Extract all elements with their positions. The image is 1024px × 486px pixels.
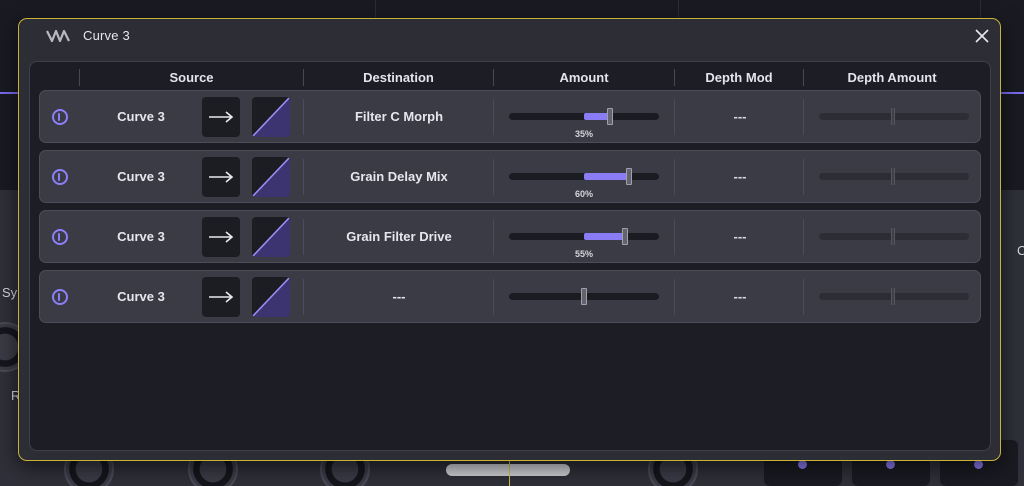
linear-curve-icon [252,97,290,137]
depth-amount-handle[interactable] [891,228,895,245]
direction-button[interactable] [202,97,240,137]
header-depth-amount: Depth Amount [847,70,937,85]
depth-amount-handle[interactable] [891,108,895,125]
amount-handle[interactable] [622,228,629,245]
source-label[interactable]: Curve 3 [90,289,192,304]
depth-amount-slider[interactable] [819,288,969,305]
row-divider [674,279,675,315]
header-depth-mod: Depth Mod [705,70,773,85]
source-label[interactable]: Curve 3 [90,109,192,124]
tile-dot [798,460,807,469]
power-toggle-icon[interactable] [52,229,68,245]
modulation-row: Curve 3 Grain Delay Mix 60% --- [39,150,981,203]
row-divider [803,219,804,255]
envelope-line [0,92,20,94]
close-button[interactable] [972,26,992,46]
curve-shape-button[interactable] [252,97,290,137]
header-amount: Amount [559,70,609,85]
row-divider [493,219,494,255]
amount-value: 55% [574,249,593,259]
curve-shape-button[interactable] [252,217,290,257]
depth-amount-slider[interactable] [819,168,969,185]
curve-shape-button[interactable] [252,277,290,317]
row-divider [493,159,494,195]
power-toggle-icon[interactable] [52,289,68,305]
depth-mod-label[interactable]: --- [676,229,804,244]
modulation-row: Curve 3 --- --- [39,270,981,323]
row-divider [303,99,304,135]
amount-handle[interactable] [581,288,587,305]
amount-handle[interactable] [626,168,632,185]
row-divider [303,219,304,255]
close-icon [975,29,989,43]
amount-value: 60% [574,189,593,199]
depth-amount-slider[interactable] [819,228,969,245]
row-divider [493,279,494,315]
direction-button[interactable] [202,157,240,197]
linear-curve-icon [252,217,290,257]
row-divider [803,159,804,195]
waveform-logo-icon [46,29,70,43]
depth-amount-handle[interactable] [891,288,895,305]
source-label[interactable]: Curve 3 [90,229,192,244]
arrow-right-icon [209,291,234,303]
host-label-c: C [1017,243,1024,258]
header-source: Source [169,70,214,85]
row-divider [674,219,675,255]
arrow-right-icon [209,231,234,243]
tile-dot [974,460,983,469]
modal-header: Curve 3 [19,19,1000,53]
linear-curve-icon [252,277,290,317]
modulation-modal: Curve 3 Source Destination Amount Depth … [18,18,1001,461]
arrow-right-icon [209,171,234,183]
modulation-table: Source Destination Amount Depth Mod Dept… [29,61,991,451]
curve-shape-button[interactable] [252,157,290,197]
header-destination: Destination [363,70,434,85]
amount-slider[interactable] [509,228,659,245]
modulation-row: Curve 3 Filter C Morph 35% --- [39,90,981,143]
row-divider [303,279,304,315]
row-divider [674,99,675,135]
host-slider[interactable] [446,464,570,476]
row-divider [803,279,804,315]
row-divider [493,99,494,135]
power-toggle-icon[interactable] [52,169,68,185]
modulation-row: Curve 3 Grain Filter Drive 55% --- [39,210,981,263]
depth-mod-label[interactable]: --- [676,169,804,184]
envelope-line [1000,92,1024,94]
power-toggle-icon[interactable] [52,109,68,125]
modal-title: Curve 3 [83,28,130,43]
arrow-right-icon [209,111,234,123]
row-divider [803,99,804,135]
amount-slider[interactable] [509,168,659,185]
amount-slider[interactable] [509,108,659,125]
depth-amount-handle[interactable] [891,168,895,185]
amount-slider[interactable] [509,288,659,305]
amount-fill [584,233,626,240]
destination-label[interactable]: --- [305,289,493,304]
depth-mod-label[interactable]: --- [676,109,804,124]
linear-curve-icon [252,157,290,197]
host-label-sy: Sy [2,285,18,300]
destination-label[interactable]: Filter C Morph [305,109,493,124]
source-label[interactable]: Curve 3 [90,169,192,184]
destination-label[interactable]: Grain Delay Mix [305,169,493,184]
destination-label[interactable]: Grain Filter Drive [305,229,493,244]
direction-button[interactable] [202,217,240,257]
amount-fill [584,173,629,180]
amount-handle[interactable] [607,108,614,125]
row-divider [674,159,675,195]
amount-value: 35% [574,129,593,139]
row-divider [303,159,304,195]
table-header: Source Destination Amount Depth Mod Dept… [30,62,990,92]
depth-mod-label[interactable]: --- [676,289,804,304]
depth-amount-slider[interactable] [819,108,969,125]
tile-dot [886,460,895,469]
direction-button[interactable] [202,277,240,317]
